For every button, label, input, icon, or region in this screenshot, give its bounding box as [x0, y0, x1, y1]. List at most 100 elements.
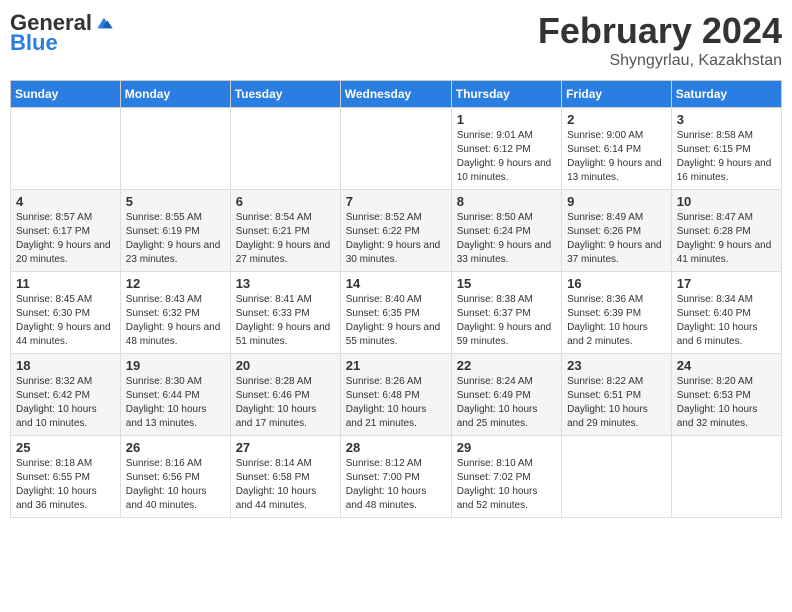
logo: General Blue: [10, 10, 114, 56]
day-number: 23: [567, 358, 666, 373]
day-info: Sunrise: 8:49 AMSunset: 6:26 PMDaylight:…: [567, 211, 666, 267]
day-number: 8: [457, 194, 556, 209]
calendar-week-4: 18 Sunrise: 8:32 AMSunset: 6:42 PMDayligh…: [11, 354, 782, 436]
calendar-cell: 26 Sunrise: 8:16 AMSunset: 6:56 PMDayligh…: [120, 436, 230, 518]
day-info: Sunrise: 8:38 AMSunset: 6:37 PMDaylight:…: [457, 293, 556, 349]
calendar-cell: 1Sunrise: 9:01 AMSunset: 6:12 PMDaylight…: [451, 108, 561, 190]
day-number: 22: [457, 358, 556, 373]
day-number: 21: [346, 358, 446, 373]
day-number: 28: [346, 440, 446, 455]
calendar-cell: 22 Sunrise: 8:24 AMSunset: 6:49 PMDayligh…: [451, 354, 561, 436]
day-number: 6: [236, 194, 335, 209]
calendar-cell: [230, 108, 340, 190]
day-number: 14: [346, 276, 446, 291]
day-number: 27: [236, 440, 335, 455]
calendar-cell: 16 Sunrise: 8:36 AMSunset: 6:39 PMDayligh…: [562, 272, 672, 354]
weekday-header-tuesday: Tuesday: [230, 81, 340, 108]
day-info: Sunrise: 8:22 AMSunset: 6:51 PMDaylight:…: [567, 375, 666, 431]
day-number: 15: [457, 276, 556, 291]
day-info: Sunrise: 9:01 AMSunset: 6:12 PMDaylight:…: [457, 129, 556, 185]
day-info: Sunrise: 8:54 AMSunset: 6:21 PMDaylight:…: [236, 211, 335, 267]
day-info: Sunrise: 8:41 AMSunset: 6:33 PMDaylight:…: [236, 293, 335, 349]
calendar-cell: 14 Sunrise: 8:40 AMSunset: 6:35 PMDayligh…: [340, 272, 451, 354]
day-info: Sunrise: 8:34 AMSunset: 6:40 PMDaylight:…: [677, 293, 776, 349]
day-number: 3: [677, 112, 776, 127]
calendar-cell: 27Sunrise: 8:14 AMSunset: 6:58 PMDayligh…: [230, 436, 340, 518]
day-number: 24: [677, 358, 776, 373]
calendar-cell: 29 Sunrise: 8:10 AMSunset: 7:02 PMDayligh…: [451, 436, 561, 518]
day-number: 16: [567, 276, 666, 291]
calendar-cell: 17 Sunrise: 8:34 AMSunset: 6:40 PMDayligh…: [671, 272, 781, 354]
day-number: 12: [126, 276, 225, 291]
weekday-header-row: SundayMondayTuesdayWednesdayThursdayFrid…: [11, 81, 782, 108]
day-number: 29: [457, 440, 556, 455]
logo-blue-text: Blue: [10, 30, 58, 56]
day-info: Sunrise: 8:36 AMSunset: 6:39 PMDaylight:…: [567, 293, 666, 349]
day-info: Sunrise: 8:18 AMSunset: 6:55 PMDaylight:…: [16, 457, 115, 513]
day-info: Sunrise: 8:57 AMSunset: 6:17 PMDaylight:…: [16, 211, 115, 267]
day-info: Sunrise: 8:32 AMSunset: 6:42 PMDaylight:…: [16, 375, 115, 431]
calendar-week-1: 1Sunrise: 9:01 AMSunset: 6:12 PMDaylight…: [11, 108, 782, 190]
calendar-cell: 7 Sunrise: 8:52 AMSunset: 6:22 PMDaylight…: [340, 190, 451, 272]
weekday-header-monday: Monday: [120, 81, 230, 108]
day-info: Sunrise: 8:45 AMSunset: 6:30 PMDaylight:…: [16, 293, 115, 349]
day-number: 5: [126, 194, 225, 209]
calendar-cell: 23 Sunrise: 8:22 AMSunset: 6:51 PMDayligh…: [562, 354, 672, 436]
calendar-cell: 9 Sunrise: 8:49 AMSunset: 6:26 PMDaylight…: [562, 190, 672, 272]
day-info: Sunrise: 8:20 AMSunset: 6:53 PMDaylight:…: [677, 375, 776, 431]
calendar-cell: [120, 108, 230, 190]
day-info: Sunrise: 8:47 AMSunset: 6:28 PMDaylight:…: [677, 211, 776, 267]
calendar-cell: 5 Sunrise: 8:55 AMSunset: 6:19 PMDaylight…: [120, 190, 230, 272]
calendar-cell: [11, 108, 121, 190]
day-info: Sunrise: 8:40 AMSunset: 6:35 PMDaylight:…: [346, 293, 446, 349]
day-number: 7: [346, 194, 446, 209]
day-number: 19: [126, 358, 225, 373]
calendar-cell: 25 Sunrise: 8:18 AMSunset: 6:55 PMDayligh…: [11, 436, 121, 518]
calendar-cell: 24 Sunrise: 8:20 AMSunset: 6:53 PMDayligh…: [671, 354, 781, 436]
day-number: 17: [677, 276, 776, 291]
day-number: 25: [16, 440, 115, 455]
sub-title: Shyngyrlau, Kazakhstan: [538, 52, 782, 70]
calendar-cell: 18 Sunrise: 8:32 AMSunset: 6:42 PMDayligh…: [11, 354, 121, 436]
calendar-cell: 4Sunrise: 8:57 AMSunset: 6:17 PMDaylight…: [11, 190, 121, 272]
weekday-header-thursday: Thursday: [451, 81, 561, 108]
day-number: 18: [16, 358, 115, 373]
calendar-cell: 8 Sunrise: 8:50 AMSunset: 6:24 PMDaylight…: [451, 190, 561, 272]
calendar-cell: 11Sunrise: 8:45 AMSunset: 6:30 PMDayligh…: [11, 272, 121, 354]
calendar-cell: 13Sunrise: 8:41 AMSunset: 6:33 PMDayligh…: [230, 272, 340, 354]
calendar-cell: 19 Sunrise: 8:30 AMSunset: 6:44 PMDayligh…: [120, 354, 230, 436]
calendar-cell: 12Sunrise: 8:43 AMSunset: 6:32 PMDayligh…: [120, 272, 230, 354]
day-number: 26: [126, 440, 225, 455]
day-number: 9: [567, 194, 666, 209]
calendar-cell: 6 Sunrise: 8:54 AMSunset: 6:21 PMDaylight…: [230, 190, 340, 272]
weekday-header-friday: Friday: [562, 81, 672, 108]
calendar-week-3: 11Sunrise: 8:45 AMSunset: 6:30 PMDayligh…: [11, 272, 782, 354]
day-info: Sunrise: 8:26 AMSunset: 6:48 PMDaylight:…: [346, 375, 446, 431]
day-info: Sunrise: 8:55 AMSunset: 6:19 PMDaylight:…: [126, 211, 225, 267]
day-info: Sunrise: 8:50 AMSunset: 6:24 PMDaylight:…: [457, 211, 556, 267]
calendar-week-5: 25 Sunrise: 8:18 AMSunset: 6:55 PMDayligh…: [11, 436, 782, 518]
day-info: Sunrise: 8:30 AMSunset: 6:44 PMDaylight:…: [126, 375, 225, 431]
calendar-cell: 10 Sunrise: 8:47 AMSunset: 6:28 PMDayligh…: [671, 190, 781, 272]
calendar-cell: [562, 436, 672, 518]
day-number: 10: [677, 194, 776, 209]
day-info: Sunrise: 8:16 AMSunset: 6:56 PMDaylight:…: [126, 457, 225, 513]
day-info: Sunrise: 8:28 AMSunset: 6:46 PMDaylight:…: [236, 375, 335, 431]
weekday-header-wednesday: Wednesday: [340, 81, 451, 108]
day-info: Sunrise: 8:12 AMSunset: 7:00 PMDaylight:…: [346, 457, 446, 513]
calendar-cell: 2 Sunrise: 9:00 AMSunset: 6:14 PMDaylight…: [562, 108, 672, 190]
day-info: Sunrise: 8:52 AMSunset: 6:22 PMDaylight:…: [346, 211, 446, 267]
day-info: Sunrise: 9:00 AMSunset: 6:14 PMDaylight:…: [567, 129, 666, 185]
calendar-cell: 21 Sunrise: 8:26 AMSunset: 6:48 PMDayligh…: [340, 354, 451, 436]
calendar-cell: 15 Sunrise: 8:38 AMSunset: 6:37 PMDayligh…: [451, 272, 561, 354]
day-number: 20: [236, 358, 335, 373]
calendar-cell: 3 Sunrise: 8:58 AMSunset: 6:15 PMDaylight…: [671, 108, 781, 190]
day-info: Sunrise: 8:10 AMSunset: 7:02 PMDaylight:…: [457, 457, 556, 513]
logo-icon: [94, 13, 114, 33]
weekday-header-sunday: Sunday: [11, 81, 121, 108]
day-info: Sunrise: 8:24 AMSunset: 6:49 PMDaylight:…: [457, 375, 556, 431]
calendar-cell: [671, 436, 781, 518]
page-header: General Blue February 2024 Shyngyrlau, K…: [10, 10, 782, 70]
day-info: Sunrise: 8:58 AMSunset: 6:15 PMDaylight:…: [677, 129, 776, 185]
day-number: 2: [567, 112, 666, 127]
